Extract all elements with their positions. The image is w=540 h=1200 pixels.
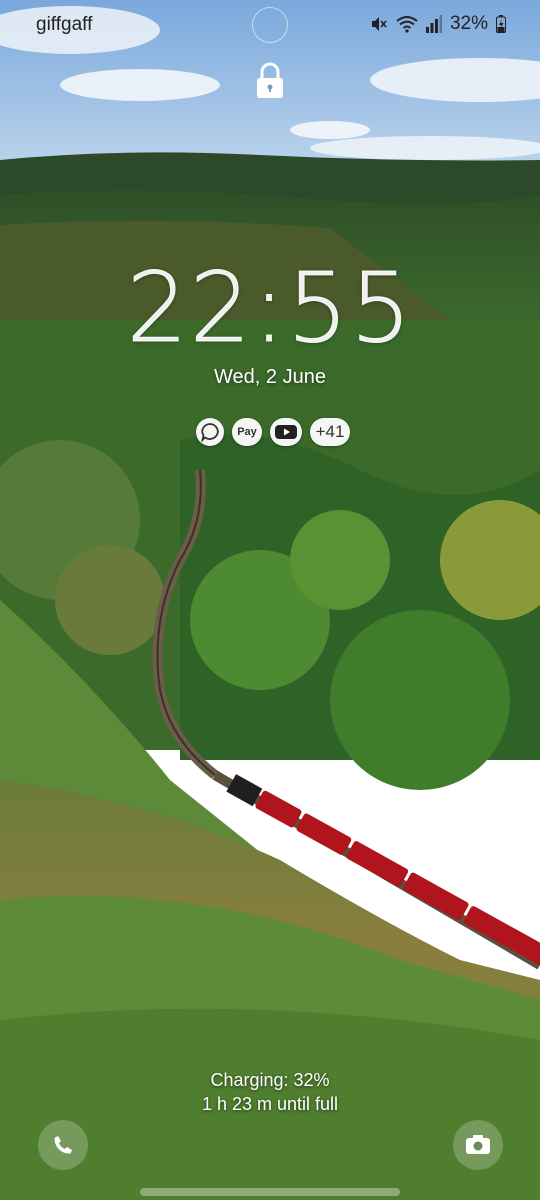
phone-icon — [54, 1136, 72, 1154]
messages-notification[interactable] — [196, 418, 224, 446]
carrier-name: giffgaff — [36, 14, 93, 35]
clock-separator: : — [252, 252, 288, 365]
samsung-pay-notification[interactable]: Pay — [232, 418, 262, 446]
clock-hours: 22 — [126, 252, 253, 365]
charging-status: Charging: 32% — [210, 1070, 330, 1090]
charging-info: Charging: 32% 1 h 23 m until full — [0, 1068, 540, 1116]
lock-clock: 22:55 — [0, 252, 540, 365]
charging-time-left: 1 h 23 m until full — [201, 1094, 339, 1114]
messages-icon — [201, 423, 219, 442]
front-camera-cutout — [252, 7, 288, 43]
landscape-wallpaper-image — [0, 0, 540, 1200]
signal-icon — [425, 15, 442, 33]
status-icons: 32% — [370, 13, 506, 35]
youtube-notification[interactable] — [270, 418, 302, 446]
more-notifications-count[interactable]: +41 — [310, 418, 350, 446]
clock-minutes: 55 — [287, 252, 414, 365]
youtube-icon — [275, 425, 297, 439]
camera-icon — [466, 1135, 490, 1154]
phone-shortcut-button[interactable] — [38, 1120, 88, 1170]
gesture-handle[interactable] — [140, 1188, 400, 1196]
status-bar[interactable]: giffgaff 32% — [0, 0, 540, 50]
wallpaper — [0, 0, 540, 1200]
mute-icon — [371, 17, 387, 31]
camera-shortcut-button[interactable] — [453, 1120, 503, 1170]
lock-date: Wed, 2 June — [214, 366, 326, 388]
padlock-icon[interactable] — [255, 62, 285, 100]
battery-charging-icon — [496, 15, 506, 33]
samsung-pay-icon: Pay — [237, 426, 257, 438]
notification-icons[interactable]: Pay +41 — [196, 418, 350, 446]
wifi-icon — [396, 16, 418, 33]
battery-percent: 32% — [449, 13, 488, 34]
